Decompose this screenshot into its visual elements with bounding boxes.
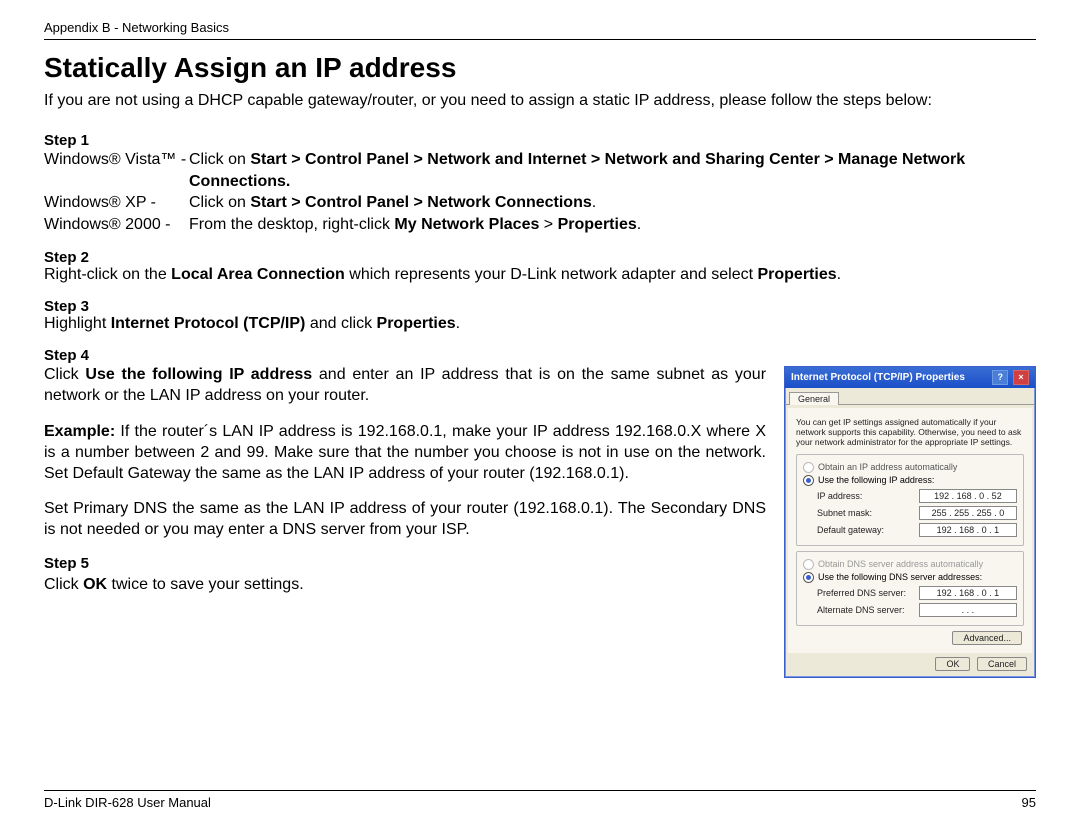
- footer-manual: D-Link DIR-628 User Manual: [44, 795, 211, 810]
- step2-text: Right-click on the Local Area Connection…: [44, 266, 1036, 284]
- breadcrumb: Appendix B - Networking Basics: [44, 20, 1036, 40]
- step1-xp-os: Windows® XP -: [44, 192, 189, 214]
- adns-label: Alternate DNS server:: [817, 605, 919, 615]
- step1-label: Step 1: [44, 132, 1036, 149]
- step5-label: Step 5: [44, 554, 766, 574]
- adns-field[interactable]: . . .: [919, 603, 1017, 617]
- step1-vista-instr: Click on Start > Control Panel > Network…: [189, 149, 1036, 192]
- dialog-title-text: Internet Protocol (TCP/IP) Properties: [791, 372, 965, 383]
- pdns-label: Preferred DNS server:: [817, 588, 919, 598]
- subnet-label: Subnet mask:: [817, 508, 919, 518]
- pdns-field[interactable]: 192 . 168 . 0 . 1: [919, 586, 1017, 600]
- step3-label: Step 3: [44, 298, 1036, 315]
- ip-settings-group: Obtain an IP address automatically Use t…: [796, 454, 1024, 546]
- step4-p1: Click Use the following IP address and e…: [44, 364, 766, 406]
- ok-button[interactable]: OK: [935, 657, 970, 671]
- gateway-label: Default gateway:: [817, 525, 919, 535]
- help-icon[interactable]: ?: [992, 370, 1008, 385]
- ip-address-label: IP address:: [817, 491, 919, 501]
- radio-obtain-dns: Obtain DNS server address automatically: [803, 559, 1017, 570]
- step4-example: Example: If the router´s LAN IP address …: [44, 421, 766, 484]
- advanced-button[interactable]: Advanced...: [952, 631, 1022, 645]
- step5-text: Click OK twice to save your settings.: [44, 574, 766, 595]
- step4-dns: Set Primary DNS the same as the LAN IP a…: [44, 498, 766, 540]
- step3-text: Highlight Internet Protocol (TCP/IP) and…: [44, 315, 1036, 333]
- subnet-field[interactable]: 255 . 255 . 255 . 0: [919, 506, 1017, 520]
- footer-page: 95: [1022, 795, 1036, 810]
- intro-text: If you are not using a DHCP capable gate…: [44, 92, 1036, 110]
- step1-w2k-instr: From the desktop, right-click My Network…: [189, 214, 1036, 236]
- dialog-titlebar[interactable]: Internet Protocol (TCP/IP) Properties ? …: [785, 367, 1035, 388]
- radio-use-dns[interactable]: Use the following DNS server addresses:: [803, 572, 1017, 583]
- cancel-button[interactable]: Cancel: [977, 657, 1027, 671]
- step1-w2k-os: Windows® 2000 -: [44, 214, 189, 236]
- tab-general[interactable]: General: [789, 392, 839, 405]
- gateway-field[interactable]: 192 . 168 . 0 . 1: [919, 523, 1017, 537]
- step4-label: Step 4: [44, 347, 1036, 364]
- dialog-description: You can get IP settings assigned automat…: [796, 418, 1024, 447]
- step1-xp-instr: Click on Start > Control Panel > Network…: [189, 192, 1036, 214]
- ip-address-field[interactable]: 192 . 168 . 0 . 52: [919, 489, 1017, 503]
- radio-use-ip[interactable]: Use the following IP address:: [803, 475, 1017, 486]
- step1-vista-os: Windows® Vista™ -: [44, 149, 189, 192]
- radio-obtain-ip[interactable]: Obtain an IP address automatically: [803, 462, 1017, 473]
- page-title: Statically Assign an IP address: [44, 52, 1036, 84]
- close-icon[interactable]: ×: [1013, 370, 1029, 385]
- tcpip-properties-dialog: Internet Protocol (TCP/IP) Properties ? …: [784, 366, 1036, 677]
- dns-settings-group: Obtain DNS server address automatically …: [796, 551, 1024, 626]
- step2-label: Step 2: [44, 249, 1036, 266]
